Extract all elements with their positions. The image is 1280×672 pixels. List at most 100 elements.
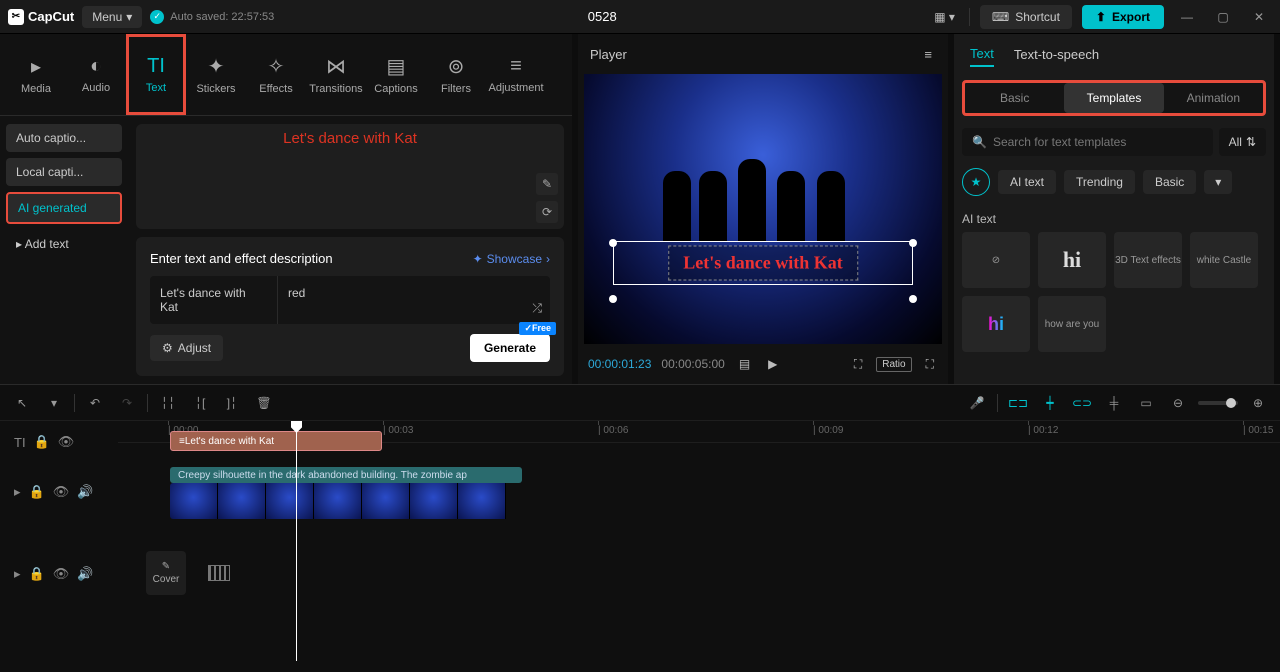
desc-title: Enter text and effect description — [150, 251, 333, 266]
subtab-templates[interactable]: Templates — [1064, 83, 1163, 113]
template-item[interactable]: ⊘ — [962, 232, 1030, 288]
eye-icon[interactable]: 👁 — [53, 484, 70, 500]
auto-captions-button[interactable]: Auto captio... — [6, 124, 122, 152]
tool-tab-captions[interactable]: ▤Captions — [366, 34, 426, 115]
preview-icon[interactable]: ▭ — [1134, 391, 1158, 415]
filter-all-button[interactable]: All ⇅ — [1219, 128, 1266, 156]
shortcut-button[interactable]: ⌨ Shortcut — [980, 5, 1072, 29]
chip-trending[interactable]: Trending — [1064, 170, 1135, 194]
generate-button[interactable]: ✓Free Generate — [470, 334, 550, 362]
delete-tool[interactable]: 🗑 — [252, 391, 276, 415]
subtab-animation[interactable]: Animation — [1164, 83, 1263, 113]
showcase-link[interactable]: ✦ Showcase › — [473, 252, 550, 266]
cursor-tool[interactable]: ↖ — [10, 391, 34, 415]
list-icon[interactable]: ▤ — [735, 355, 754, 373]
subtab-basic[interactable]: Basic — [965, 83, 1064, 113]
pencil-icon: ✎ — [162, 561, 170, 572]
tab-text[interactable]: Text — [970, 42, 994, 67]
ai-generated-button[interactable]: AI generated — [6, 192, 122, 224]
lock-icon[interactable]: 🔒 — [34, 434, 50, 450]
play-button[interactable]: ▶ — [764, 355, 781, 373]
auto-snap-icon[interactable]: ┿ — [1038, 391, 1062, 415]
template-item[interactable]: hi — [962, 296, 1030, 352]
cover-button[interactable]: ✎ Cover — [146, 551, 186, 595]
upload-icon: ⬆ — [1096, 10, 1106, 24]
film-icon[interactable] — [208, 565, 230, 581]
tool-tab-stickers[interactable]: ✦Stickers — [186, 34, 246, 115]
player-title: Player — [590, 47, 627, 62]
close-button[interactable]: ✕ — [1246, 4, 1272, 30]
mute-icon[interactable]: 🔊 — [77, 566, 93, 582]
lock-icon[interactable]: 🔒 — [29, 566, 45, 582]
tool-tab-transitions[interactable]: ⋈Transitions — [306, 34, 366, 115]
video-clip[interactable] — [170, 483, 522, 519]
adjust-button[interactable]: ⚙ Adjust — [150, 335, 223, 361]
text-input[interactable]: Let's dance with Kat — [150, 276, 278, 324]
trim-right-tool[interactable]: ]╎ — [220, 391, 244, 415]
magnet-on-icon[interactable]: ⊏⊐ — [1006, 391, 1030, 415]
edit-icon[interactable]: ✎ — [536, 173, 558, 195]
chip-aitext[interactable]: AI text — [998, 170, 1056, 194]
search-input[interactable]: 🔍 Search for text templates — [962, 128, 1213, 156]
tool-tab-effects[interactable]: ✧Effects — [246, 34, 306, 115]
chip-more[interactable]: ▾ — [1204, 170, 1232, 194]
export-button[interactable]: ⬆ Export — [1082, 5, 1164, 29]
local-captions-button[interactable]: Local capti... — [6, 158, 122, 186]
player-viewport[interactable]: Let's dance with Kat — [584, 74, 942, 344]
video-label: Creepy silhouette in the dark abandoned … — [170, 467, 522, 483]
minimize-button[interactable]: — — [1174, 4, 1200, 30]
template-item[interactable]: 3D Text effects — [1114, 232, 1182, 288]
zoom-fit-icon[interactable]: ⊕ — [1246, 391, 1270, 415]
text-overlay[interactable]: Let's dance with Kat — [668, 246, 858, 281]
mute-icon[interactable]: 🔊 — [77, 484, 93, 500]
eye-icon[interactable]: 👁 — [53, 566, 70, 582]
app-logo: ✂ CapCut — [8, 9, 74, 25]
tool-tab-text[interactable]: TIText — [126, 34, 186, 115]
ratio-button[interactable]: Ratio — [876, 357, 911, 372]
template-item[interactable]: white Castle — [1190, 232, 1258, 288]
check-icon: ✓ — [150, 10, 164, 24]
chip-basic[interactable]: Basic — [1143, 170, 1196, 194]
text-track-icon: TI — [14, 435, 26, 450]
layout-icon[interactable]: ▦ ▾ — [930, 8, 959, 26]
align-icon[interactable]: ╪ — [1102, 391, 1126, 415]
project-title: 0528 — [282, 9, 922, 24]
tool-tab-media[interactable]: ▸Media — [6, 34, 66, 115]
style-input[interactable]: red ⤮ — [278, 276, 550, 324]
focus-icon[interactable]: ⛶ — [850, 355, 866, 374]
link-icon[interactable]: ⊂⊃ — [1070, 391, 1094, 415]
subtabs-highlight: Basic Templates Animation — [962, 80, 1266, 116]
cursor-dropdown[interactable]: ▾ — [42, 391, 66, 415]
time-total: 00:00:05:00 — [661, 357, 724, 371]
tool-tab-filters[interactable]: ⊚Filters — [426, 34, 486, 115]
shuffle-icon[interactable]: ⤮ — [532, 301, 542, 316]
text-clip[interactable]: ≡ Let's dance with Kat — [170, 431, 382, 451]
undo-button[interactable]: ↶ — [83, 391, 107, 415]
player-menu-icon[interactable]: ≡ — [920, 45, 936, 64]
maximize-button[interactable]: ▢ — [1210, 4, 1236, 30]
mic-icon[interactable]: 🎤 — [965, 391, 989, 415]
tool-tab-adjustment[interactable]: ≡Adjustment — [486, 34, 546, 115]
favorites-chip[interactable]: ★ — [962, 168, 990, 196]
keyboard-icon: ⌨ — [992, 10, 1009, 24]
main-track-icon: ▸ — [14, 566, 21, 582]
zoom-slider[interactable] — [1198, 401, 1238, 405]
zoom-out-icon[interactable]: ⊖ — [1166, 391, 1190, 415]
eye-icon[interactable]: 👁 — [58, 434, 75, 450]
text-preview: Let's dance with Kat ✎ ⟳ — [136, 124, 564, 229]
template-item[interactable]: how are you — [1038, 296, 1106, 352]
tool-tab-audio[interactable]: ◐Audio — [66, 34, 126, 115]
split-tool[interactable]: ╎╎ — [156, 391, 180, 415]
fullscreen-icon[interactable]: ⛶ — [922, 355, 938, 374]
time-current: 00:00:01:23 — [588, 357, 651, 371]
refresh-icon[interactable]: ⟳ — [536, 201, 558, 223]
autosave-status: ✓ Auto saved: 22:57:53 — [150, 10, 274, 24]
redo-button[interactable]: ↷ — [115, 391, 139, 415]
menu-button[interactable]: Menu▾ — [82, 6, 142, 28]
add-text-button[interactable]: ▸ Add text — [6, 230, 122, 258]
template-item[interactable]: hi — [1038, 232, 1106, 288]
trim-left-tool[interactable]: ╎[ — [188, 391, 212, 415]
tab-tts[interactable]: Text-to-speech — [1014, 43, 1099, 66]
lock-icon[interactable]: 🔒 — [29, 484, 45, 500]
sliders-icon: ⚙ — [162, 341, 173, 355]
